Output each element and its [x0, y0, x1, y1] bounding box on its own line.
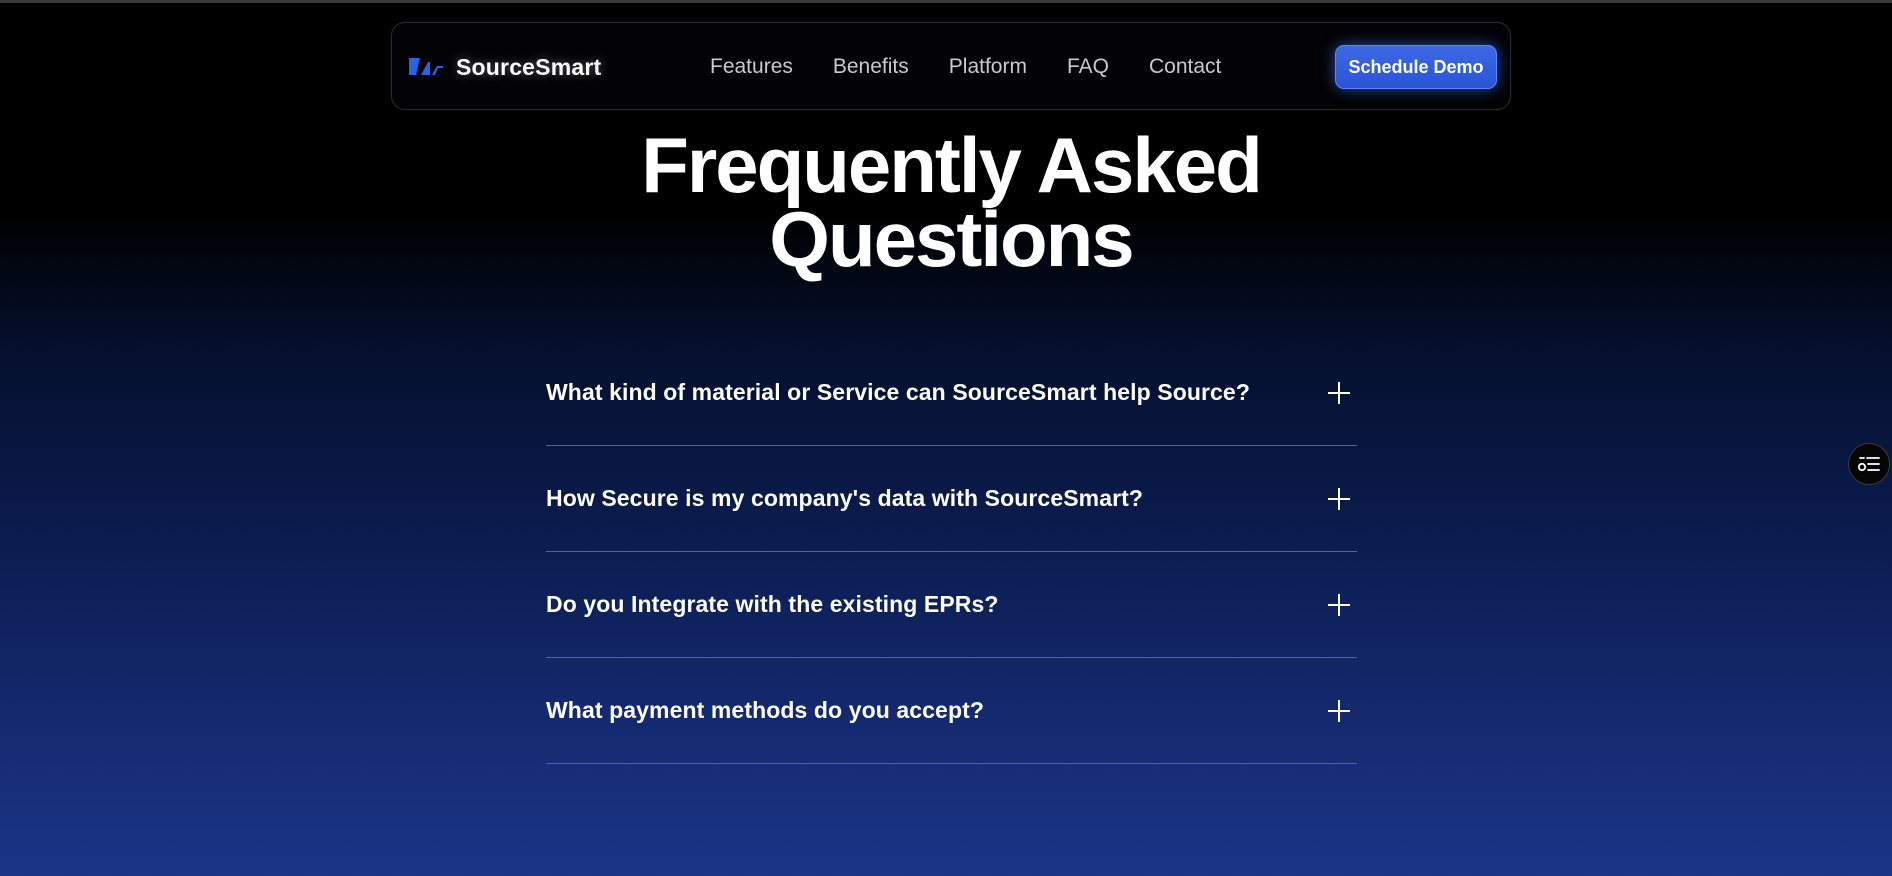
faq-title-line-2: Questions: [769, 195, 1134, 283]
settings-list-icon: [1857, 457, 1880, 472]
sourcesmart-logo-icon: [409, 58, 443, 75]
nav-links: Features Benefits Platform FAQ Contact: [710, 23, 1221, 111]
faq-item[interactable]: What payment methods do you accept?: [546, 658, 1357, 764]
faq-item[interactable]: What kind of material or Service can Sou…: [546, 340, 1357, 446]
faq-title: Frequently Asked Questions: [0, 126, 1892, 278]
faq-item[interactable]: How Secure is my company's data with Sou…: [546, 446, 1357, 552]
faq-question: What kind of material or Service can Sou…: [546, 379, 1250, 405]
nav-link-platform[interactable]: Platform: [949, 55, 1027, 79]
faq-question: What payment methods do you accept?: [546, 697, 984, 723]
plus-icon[interactable]: [1327, 699, 1351, 723]
nav-link-faq[interactable]: FAQ: [1067, 55, 1109, 79]
faq-item[interactable]: Do you Integrate with the existing EPRs?: [546, 552, 1357, 658]
plus-icon[interactable]: [1327, 381, 1351, 405]
navbar: SourceSmart Features Benefits Platform F…: [391, 22, 1511, 110]
nav-link-contact[interactable]: Contact: [1149, 55, 1221, 79]
brand-name: SourceSmart: [456, 53, 602, 80]
brand[interactable]: SourceSmart: [408, 23, 601, 111]
faq-question: How Secure is my company's data with Sou…: [546, 485, 1144, 511]
faq-accordion: What kind of material or Service can Sou…: [546, 340, 1357, 764]
schedule-demo-button[interactable]: Schedule Demo: [1335, 45, 1497, 89]
nav-link-features[interactable]: Features: [710, 55, 793, 79]
window-top-border: [0, 0, 1892, 3]
plus-icon[interactable]: [1327, 487, 1351, 511]
plus-icon[interactable]: [1327, 593, 1351, 617]
faq-question: Do you Integrate with the existing EPRs?: [546, 591, 999, 617]
nav-link-benefits[interactable]: Benefits: [833, 55, 909, 79]
floating-settings-widget[interactable]: [1848, 443, 1890, 485]
